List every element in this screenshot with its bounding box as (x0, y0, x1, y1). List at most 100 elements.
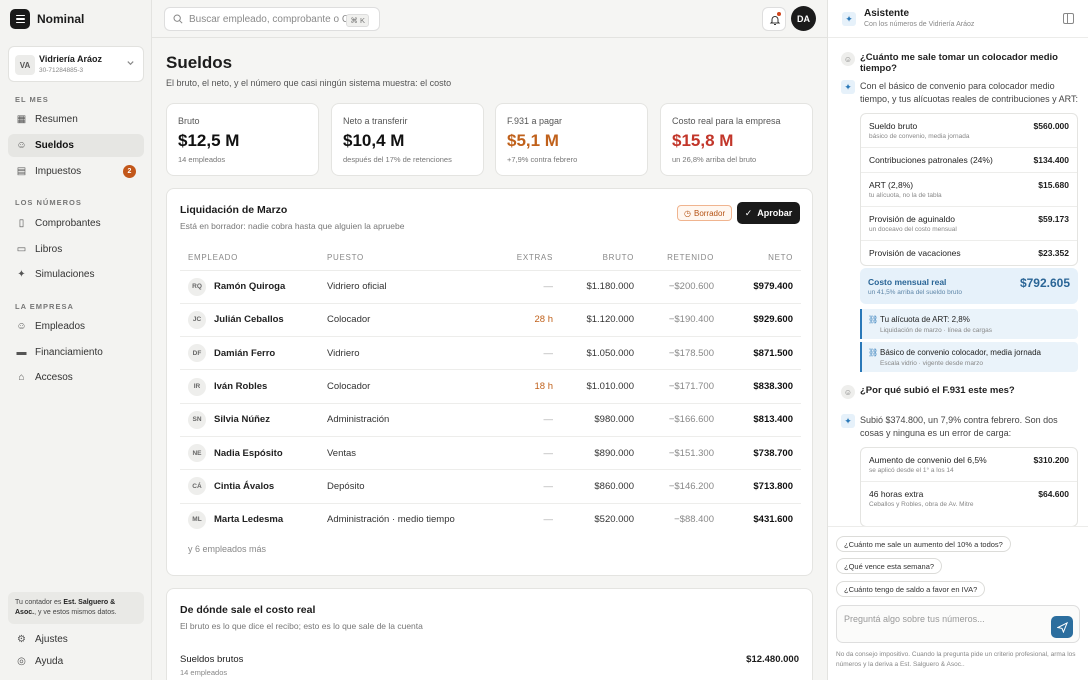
kpi-label: Costo real para la empresa (672, 116, 781, 126)
document-icon: ▯ (18, 218, 25, 229)
send-button[interactable] (1051, 616, 1073, 638)
sidebar-item-empleados[interactable]: ☺ Empleados (8, 315, 144, 338)
sidebar-item-ajustes[interactable]: ⚙ Ajustes (8, 628, 144, 651)
employee-name: Marta Ledesma (214, 514, 284, 526)
col-extras: EXTRAS (489, 246, 561, 271)
net-cell: $929.600 (722, 303, 801, 338)
col-employee: EMPLEADO (180, 246, 319, 271)
status-label: Borrador (693, 208, 726, 218)
cost-row-value: $12.480.000 (746, 654, 799, 665)
employee-initials: JC (188, 310, 206, 329)
table-row[interactable]: ML Marta Ledesma Administración · medio t… (180, 503, 801, 536)
cost-row-sub: 14 empleados (180, 668, 228, 677)
assistant-icon: ✦ (842, 12, 856, 26)
role-cell: Vidriero oficial (319, 270, 489, 304)
breakdown-row: Provisión de vacaciones $23.352 (861, 241, 1077, 265)
source-citation[interactable]: ⛓ Básico de convenio colocador, media jo… (860, 342, 1078, 372)
user-question: ¿Cuánto me sale tomar un colocador medio… (860, 52, 1058, 74)
sidebar-item-accesos[interactable]: ⌂ Accesos (8, 366, 144, 389)
approve-button[interactable]: ✓ Aprobar (737, 202, 800, 224)
employee-cell: JC Julián Ceballos (180, 303, 319, 338)
total-sub: un 41,5% arriba del sueldo bruto (868, 289, 962, 296)
suggestion-chip[interactable]: ¿Qué vence esta semana? (836, 558, 943, 574)
kpi-value: $12,5 M (178, 131, 240, 150)
suggestion-chip[interactable]: ¿Cuánto tengo de saldo a favor en IVA? (836, 581, 986, 597)
suggestion-chip[interactable]: ¿Cuánto me sale un aumento del 10% a tod… (836, 536, 1011, 552)
employee-cell: IR Iván Robles (180, 369, 319, 404)
role-cell: Colocador (319, 303, 489, 338)
user-avatar[interactable]: DA (791, 6, 816, 31)
bank-icon: ⌂ (18, 372, 25, 383)
sidebar-item-resumen[interactable]: ▦ Resumen (8, 108, 144, 131)
users-icon: ☺ (16, 140, 27, 151)
extras-cell: — (489, 436, 561, 471)
kpi-label: Bruto (178, 116, 200, 126)
source-citation[interactable]: ⛓ Tu alícuota de ART: 2,8% Liquidación d… (860, 309, 1078, 339)
employee-name: Silvia Núñez (214, 414, 270, 426)
kpi-foot: 14 empleados (178, 155, 226, 164)
user-icon: ☺ (16, 321, 27, 332)
table-row[interactable]: SN Silvia Núñez Administración — $980.000… (180, 403, 801, 437)
assistant-answer: Subió $374.800, un 7,9% contra febrero. … (860, 415, 1058, 438)
total-value: $792.605 (1019, 276, 1070, 290)
collapse-panel-icon[interactable] (1063, 13, 1074, 24)
user-question: ¿Por qué subió el F.931 este mes? (860, 385, 1015, 396)
sidebar-item-ayuda[interactable]: ◎ Ayuda (8, 650, 144, 673)
payroll-card: Liquidación de Marzo Está en borrador: n… (166, 188, 813, 576)
sidebar-item-label: Simulaciones (35, 269, 95, 280)
assistant-icon: ✦ (841, 414, 855, 428)
org-switcher[interactable]: VA Vidriería Aráoz 30-71284885-3 (8, 46, 144, 82)
table-row[interactable]: NE Nadia Espósito Ventas — $890.000 −$151… (180, 436, 801, 471)
notifications-button[interactable] (762, 7, 786, 31)
net-cell: $813.400 (722, 403, 801, 437)
table-row[interactable]: JC Julián Ceballos Colocador 28 h $1.120.… (180, 303, 801, 338)
gross-cell: $1.010.000 (561, 369, 642, 404)
table-row[interactable]: CÁ Cintia Ávalos Depósito — $860.000 −$14… (180, 469, 801, 504)
accountant-note: Tu contador es Est. Salguero & Asoc., y … (8, 592, 144, 624)
net-cell: $979.400 (722, 270, 801, 304)
search-input[interactable]: Buscar empleado, comprobante o CUIT (189, 14, 365, 25)
search-box[interactable]: Buscar empleado, comprobante o CUIT ⌘ K (164, 7, 380, 31)
cost-breakdown: Sueldo bruto básico de convenio, media jo… (860, 113, 1078, 266)
more-employees-link[interactable]: y 6 empleados más (188, 544, 266, 554)
assistant-icon: ✦ (841, 80, 855, 94)
sidebar-item-label: Ayuda (35, 656, 64, 667)
receipt-icon: ▤ (16, 166, 27, 177)
sidebar-item-simulaciones[interactable]: ✦ Simulaciones (8, 263, 144, 286)
employee-name: Damián Ferro (214, 347, 276, 359)
sidebar-item-financiamiento[interactable]: ▬ Financiamiento (8, 341, 144, 364)
table-row[interactable]: DF Damián Ferro Vidriero — $1.050.000 −$1… (180, 336, 801, 371)
role-cell: Administración · medio tiempo (327, 514, 455, 526)
kpi-card-bruto: Bruto $12,5 M 14 empleados (166, 103, 319, 176)
withheld-cell: −$166.600 (642, 403, 722, 437)
kpi-foot: un 26,8% arriba del bruto (672, 155, 757, 164)
breakdown-sub: un doceavo del costo mensual (869, 226, 957, 233)
breakdown-value: $134.400 (1033, 155, 1069, 165)
role-cell: Ventas (319, 436, 489, 471)
page-subtitle: El bruto, el neto, y el número que casi … (166, 78, 452, 88)
cost-card: De dónde sale el costo real El bruto es … (166, 588, 813, 680)
gross-cell: $890.000 (561, 436, 642, 471)
sidebar-item-impuestos[interactable]: ▤ Impuestos 2 (8, 160, 144, 183)
sparkle-icon: ✦ (17, 269, 26, 280)
role-cell: Administración (319, 403, 489, 437)
kpi-foot: +7,9% contra febrero (507, 155, 578, 164)
extras-cell: 18 h (489, 369, 561, 404)
gross-cell: $520.000 (594, 514, 634, 526)
breakdown-value: $560.000 (1033, 121, 1069, 131)
sidebar-item-sueldos[interactable]: ☺ Sueldos (8, 134, 144, 157)
page-title: Sueldos (166, 53, 233, 72)
gross-cell: $980.000 (561, 403, 642, 437)
table-row[interactable]: IR Iván Robles Colocador 18 h $1.010.000 … (180, 369, 801, 404)
sidebar-item-comprobantes[interactable]: ▯ Comprobantes (8, 212, 144, 235)
breakdown-sub: Ceballos y Robles, obra de Av. Mitre (869, 501, 974, 508)
accountant-note-text-end: , y ve estos mismos datos. (34, 609, 117, 616)
role-cell: Depósito (319, 469, 489, 504)
employee-name: Nadia Espósito (214, 447, 283, 459)
sidebar-item-libros[interactable]: ▭ Libros (8, 238, 144, 261)
approve-label: Aprobar (757, 208, 793, 218)
extras-cell: — (489, 336, 561, 371)
table-row[interactable]: RQ Ramón Quiroga Vidriero oficial — $1.18… (180, 270, 801, 304)
disclaimer: No da consejo impositivo. Cuando la preg… (836, 651, 1076, 668)
chat-input[interactable]: Preguntá algo sobre tus números... (836, 605, 1080, 643)
